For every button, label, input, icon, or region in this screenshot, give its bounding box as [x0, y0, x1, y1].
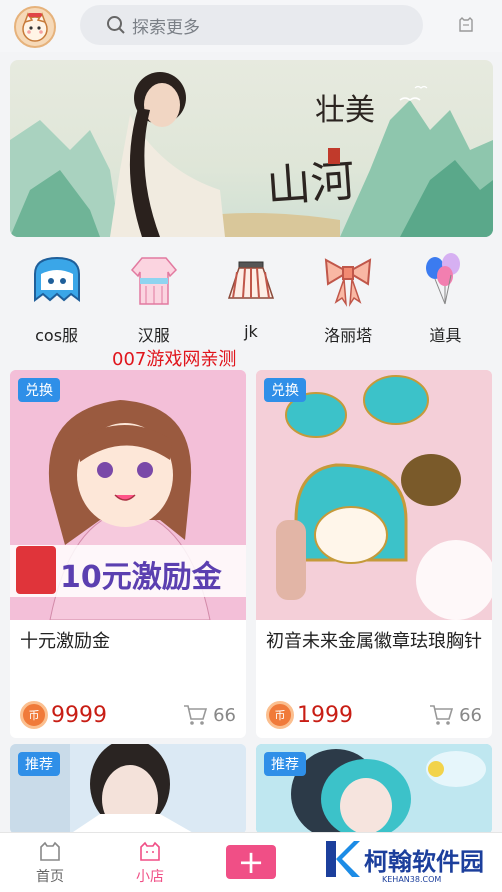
badge-recommend: 推荐	[264, 752, 306, 776]
nav-home-label: 首页	[36, 869, 64, 885]
top-bar: 探索更多	[0, 0, 502, 52]
svg-text:壮美: 壮美	[315, 93, 375, 128]
category-hanfu[interactable]: 汉服	[109, 250, 199, 355]
image-overlay-text: 10元激励金	[60, 560, 222, 595]
product-price: 1999	[297, 702, 353, 728]
category-label: 汉服	[137, 326, 170, 345]
add-button[interactable]: +	[226, 845, 276, 879]
coin-icon: 币	[20, 701, 48, 729]
banner-artwork: 山河 壮美	[10, 72, 493, 237]
category-lolita[interactable]: 洛丽塔	[303, 250, 393, 355]
balloon-icon	[415, 250, 475, 310]
brand-sub: KEHAN38.COM	[382, 875, 442, 884]
category-jk[interactable]: jk	[206, 250, 296, 355]
product-image: 推荐	[10, 744, 246, 834]
product-image: 兑换	[256, 370, 492, 620]
nav-home[interactable]: 首页	[20, 839, 80, 886]
watermark-text: 007游戏网亲测	[112, 349, 237, 370]
product-card[interactable]: 推荐	[10, 744, 246, 834]
cart-button[interactable]: 66	[183, 704, 236, 726]
product-title: 初音未来金属徽章珐琅胸针	[266, 631, 482, 652]
category-bar: cos服 汉服 jk 洛丽塔 道具	[0, 250, 502, 355]
category-label: 洛丽塔	[324, 326, 373, 345]
product-card[interactable]: 推荐	[256, 744, 492, 834]
home-icon	[40, 841, 60, 861]
bottom-nav: 首页 小店 + 柯翰软件园 KEHAN38.COM	[0, 832, 502, 892]
svg-text:山河: 山河	[265, 156, 356, 213]
product-card[interactable]: 兑换 初音未来金属徽章珐琅胸针 币 1999 66	[256, 370, 492, 738]
cat-mascot-icon	[22, 12, 48, 42]
promo-banner[interactable]: 山河 壮美	[10, 60, 493, 237]
brand-name: 柯翰软件园	[364, 847, 484, 876]
cart-button[interactable]: 66	[429, 704, 482, 726]
badge-exchange: 兑换	[18, 378, 60, 402]
product-footer: 币 9999 66	[10, 692, 246, 738]
product-card[interactable]: 10元激励金 兑换 十元激励金 币 9999 66	[10, 370, 246, 738]
search-input[interactable]: 探索更多	[80, 5, 423, 45]
nav-shop[interactable]: 小店	[120, 839, 180, 886]
product-image: 推荐	[256, 744, 492, 834]
shop-icon	[140, 841, 160, 861]
nav-shop-label: 小店	[136, 869, 164, 885]
k-logo-icon	[326, 841, 360, 877]
search-placeholder: 探索更多	[132, 17, 200, 38]
category-cos[interactable]: cos服	[12, 250, 102, 355]
badge-recommend: 推荐	[18, 752, 60, 776]
coin-icon: 币	[266, 701, 294, 729]
category-label: cos服	[35, 326, 79, 345]
category-label: 道具	[429, 326, 462, 345]
cart-count: 66	[213, 704, 236, 726]
product-title: 十元激励金	[20, 631, 110, 652]
message-icon[interactable]	[458, 16, 474, 38]
product-image: 10元激励金 兑换	[10, 370, 246, 620]
product-price: 9999	[51, 702, 107, 728]
skirt-icon	[221, 250, 281, 310]
product-footer: 币 1999 66	[256, 692, 492, 738]
ghost-icon	[27, 250, 87, 310]
cart-count: 66	[459, 704, 482, 726]
badge-exchange: 兑换	[264, 378, 306, 402]
hanfu-icon	[124, 250, 184, 310]
search-icon	[107, 16, 125, 34]
category-props[interactable]: 道具	[400, 250, 490, 355]
brand-logo: 柯翰软件园 KEHAN38.COM	[322, 839, 484, 884]
cart-icon	[184, 705, 208, 725]
bow-icon	[318, 250, 378, 310]
cart-icon	[430, 705, 454, 725]
red-envelope-icon	[16, 546, 56, 594]
category-label: jk	[244, 322, 258, 341]
miku-badge-photo	[256, 370, 492, 620]
avatar[interactable]	[14, 6, 56, 48]
